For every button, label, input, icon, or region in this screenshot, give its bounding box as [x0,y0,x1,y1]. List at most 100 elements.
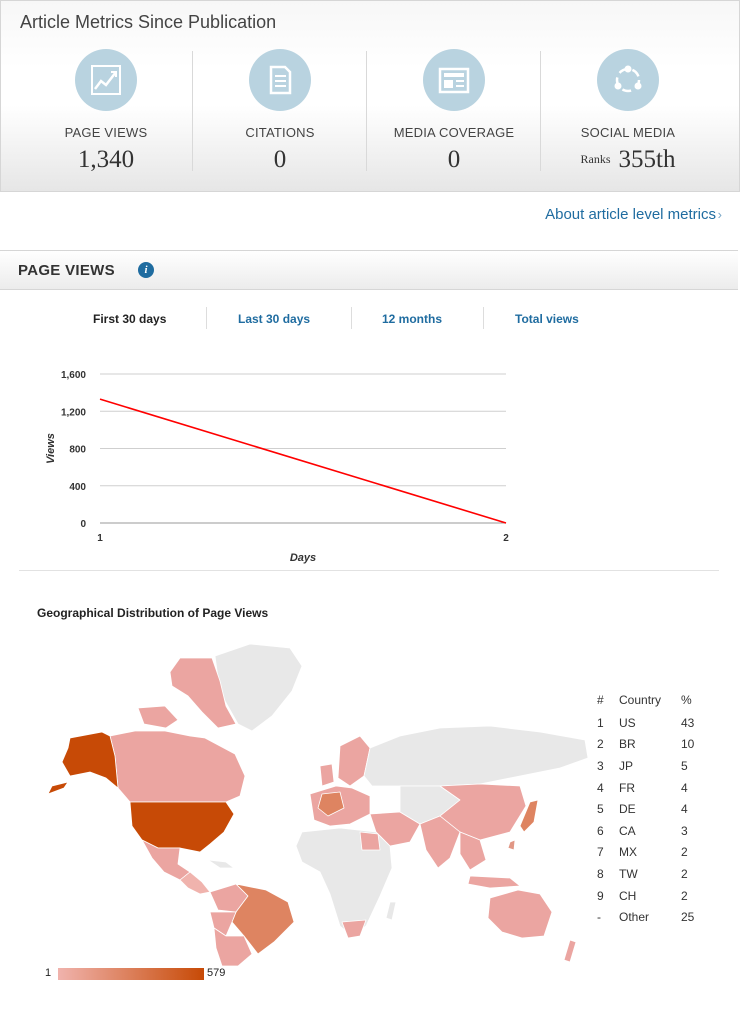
metric-citations[interactable]: CITATIONS 0 [193,49,367,179]
share-icon [597,49,659,111]
table-cell-percent: 5 [681,758,688,773]
line-chart-icon [75,49,137,111]
table-cell-rank: 6 [597,823,604,838]
y-tick-label: 800 [69,445,86,456]
table-cell-country: CH [619,888,637,903]
x-tick-label: 2 [503,533,509,544]
metric-label: CITATIONS [245,125,315,140]
section-divider [19,570,719,571]
table-row: 9 CH 2 [597,885,694,907]
document-icon [249,49,311,111]
metrics-panel: Article Metrics Since Publication PAGE V… [0,0,740,192]
table-row: 5 DE 4 [597,798,694,820]
map-country-scandinavia[interactable] [337,735,371,787]
tab-last-30-days[interactable]: Last 30 days [238,312,310,326]
metric-label: PAGE VIEWS [64,125,148,140]
y-tick-label: 1,200 [61,407,86,418]
table-cell-rank: - [597,910,601,925]
table-cell-country: JP [619,758,634,773]
table-cell-rank: 8 [597,866,604,881]
table-cell-rank: 3 [597,758,604,773]
info-icon[interactable]: i [138,262,154,278]
map-country-us-alaska[interactable] [47,781,69,795]
map-country-uk[interactable] [319,763,335,787]
table-cell-percent: 4 [681,802,688,817]
table-cell-rank: 2 [597,737,604,752]
table-cell-country: Other [619,910,650,925]
table-cell-rank: 4 [597,780,604,795]
map-country-us-alaska[interactable] [61,731,119,789]
world-map[interactable] [40,636,600,966]
metric-media-coverage[interactable]: MEDIA COVERAGE 0 [367,49,541,179]
page-views-header: PAGE VIEWS i [0,250,738,290]
table-cell-percent: 2 [681,888,688,903]
column-header-percent: % [681,693,692,707]
map-country-indonesia[interactable] [467,875,521,889]
table-row: 2 BR 10 [597,734,694,756]
table-cell-percent: 4 [681,780,688,795]
table-cell-rank: 7 [597,845,604,860]
tab-total-views[interactable]: Total views [515,312,579,326]
table-cell-percent: 3 [681,823,688,838]
map-country-russia[interactable] [363,725,589,787]
table-row: 3 JP 5 [597,755,694,777]
metric-label: MEDIA COVERAGE [393,125,515,140]
rank-value: 355th [618,146,676,173]
about-metrics-link[interactable]: About article level metrics [545,206,716,223]
table-cell-country: US [619,715,636,730]
table-cell-percent: 43 [681,715,695,730]
y-tick-label: 0 [80,519,86,530]
table-cell-percent: 25 [681,910,695,925]
map-country-peru[interactable] [209,911,237,937]
table-cell-percent: 10 [681,737,695,752]
metric-value: 1,340 [77,146,135,173]
table-cell-country: DE [619,802,636,817]
geo-title: Geographical Distribution of Page Views [37,606,269,620]
metric-value: 0 [273,146,287,173]
map-country-taiwan[interactable] [507,839,516,851]
table-cell-percent: 2 [681,866,688,881]
column-header-rank: # [597,693,604,707]
y-tick-label: 400 [69,482,86,493]
column-header-country: Country [619,693,662,707]
metric-social-media[interactable]: SOCIAL MEDIA Ranks 355th [541,49,715,179]
map-country-madagascar[interactable] [385,901,397,921]
table-cell-country: MX [619,845,637,860]
colorbar-min: 1 [45,967,52,979]
metrics-title: Article Metrics Since Publication [20,12,277,32]
x-tick-label: 1 [97,533,103,544]
map-country-caribbean[interactable] [207,859,235,869]
map-country-new-zealand[interactable] [563,939,577,963]
map-country-australia[interactable] [487,889,553,939]
table-cell-rank: 1 [597,715,604,730]
page-views-chart: 0 400 800 1,200 1,600 1 2 Days Views [45,370,509,564]
table-cell-country: TW [619,866,638,881]
table-row: 8 TW 2 [597,863,694,885]
metric-page-views[interactable]: PAGE VIEWS 1,340 [19,49,193,179]
table-cell-country: CA [619,823,636,838]
colorbar-max: 579 [207,967,226,979]
map-country-egypt[interactable] [359,831,381,851]
map-country-canada[interactable] [109,730,246,803]
ranks-prefix: Ranks [580,152,611,166]
newspaper-icon [423,49,485,111]
table-row: 1 US 43 [597,712,694,734]
table-cell-country: FR [619,780,635,795]
page-views-title: PAGE VIEWS [18,262,115,279]
chevron-right-icon: › [717,207,722,222]
tab-12-months[interactable]: 12 months [382,312,442,326]
tab-first-30-days[interactable]: First 30 days [93,312,166,326]
table-cell-percent: 2 [681,845,688,860]
table-row: 7 MX 2 [597,842,694,864]
colorbar [58,968,204,980]
table-row: 4 FR 4 [597,777,694,799]
metric-value: 0 [447,146,461,173]
country-table: # Country % 1 US 43 2 BR 10 3 JP 5 4 FR 4 5 DE 4 6 CA 3 7 M… [597,688,694,928]
map-country-canada[interactable] [137,705,179,729]
table-cell-rank: 9 [597,888,604,903]
series-line [99,398,507,524]
map-country-south-africa[interactable] [341,919,367,939]
table-cell-rank: 5 [597,802,604,817]
table-header-row: # Country % [597,688,694,712]
y-axis-label: Views [45,433,57,464]
